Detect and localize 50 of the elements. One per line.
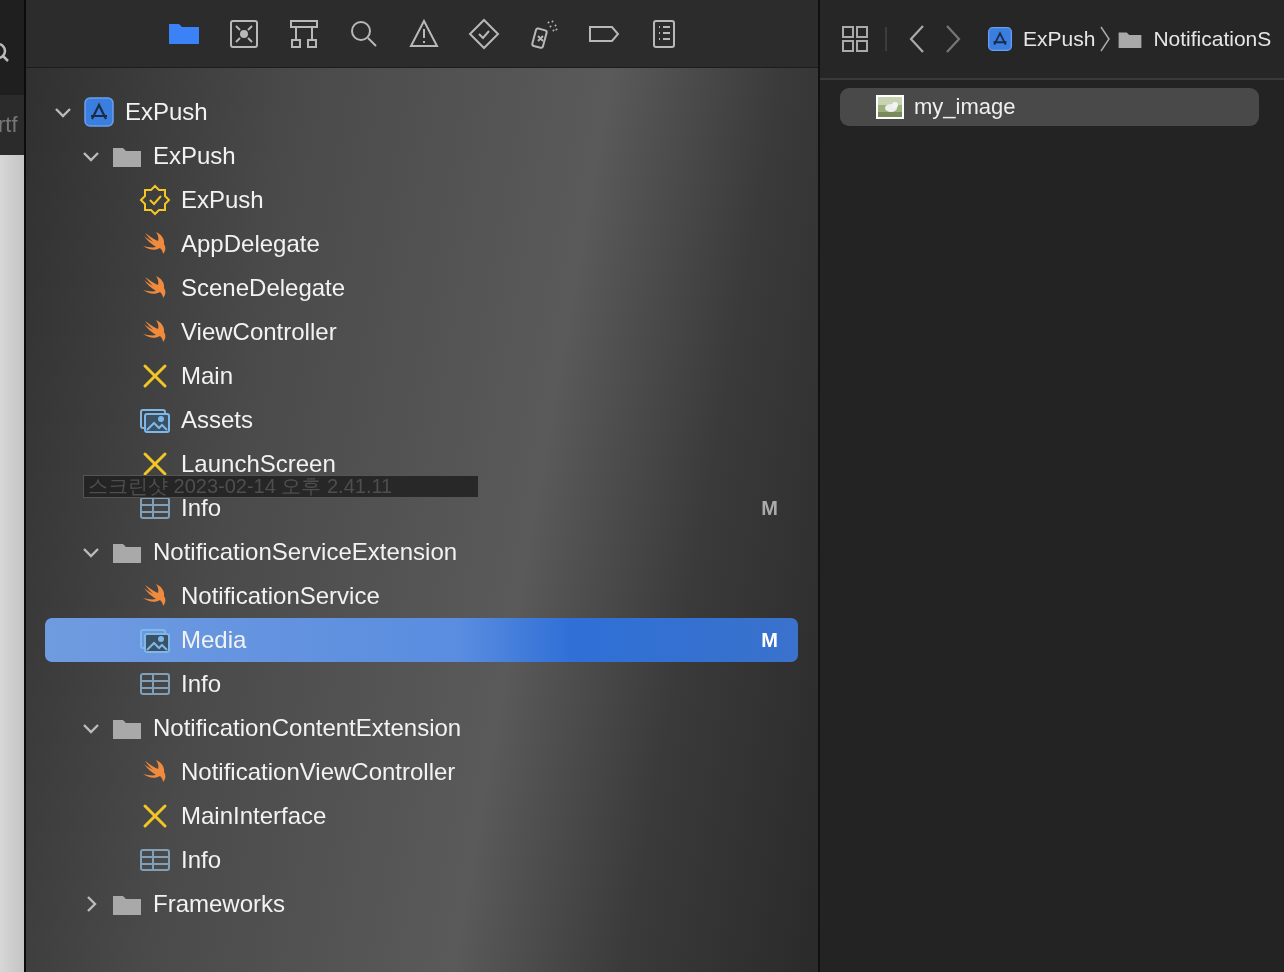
file-name: ExPush: [153, 142, 237, 170]
file-row[interactable]: Info: [45, 838, 798, 882]
file-row[interactable]: SceneDelegate: [45, 266, 798, 310]
separator-icon: [1099, 25, 1112, 53]
file-row[interactable]: Frameworks: [45, 882, 798, 926]
file-name: NotificationService: [181, 582, 381, 610]
file-row[interactable]: NotificationService: [45, 574, 798, 618]
entitlements-icon: [139, 184, 171, 216]
file-row[interactable]: NotificationViewController: [45, 750, 798, 794]
file-name: ExPush: [181, 186, 265, 214]
file-name: ViewController: [181, 318, 338, 346]
modified-label: M: [761, 496, 778, 520]
file-row[interactable]: MainInterface: [45, 794, 798, 838]
file-row[interactable]: AppDelegate: [45, 222, 798, 266]
file-name: SceneDelegate: [181, 274, 347, 302]
modified-label: M: [761, 628, 778, 652]
file-name: Frameworks: [153, 890, 286, 918]
file-name: Info: [181, 494, 223, 522]
window-text: rtf: [0, 112, 18, 138]
project-icon: [987, 26, 1013, 52]
file-name: Assets: [181, 406, 255, 434]
asset-name: my_image: [914, 94, 1016, 120]
breadcrumb[interactable]: ExPush: [987, 26, 1096, 52]
file-name: NotificationViewController: [181, 758, 457, 786]
asset-row[interactable]: my_image: [840, 88, 1259, 126]
file-name: Info: [181, 846, 223, 874]
file-name: AppDelegate: [181, 230, 321, 258]
file-name: ExPush: [125, 98, 209, 126]
grid-icon: [841, 25, 869, 53]
selected-file-row[interactable]: Media M: [45, 618, 798, 662]
file-row[interactable]: NotificationServiceExtension: [45, 530, 798, 574]
file-row[interactable]: ExPush: [45, 178, 798, 222]
file-name: NotificationContentExtension: [153, 714, 463, 742]
file-name: Media: [181, 626, 248, 654]
file-row[interactable]: Main: [45, 354, 798, 398]
file-name: MainInterface: [181, 802, 328, 830]
file-row[interactable]: ViewController: [45, 310, 798, 354]
file-row[interactable]: Info: [45, 662, 798, 706]
file-name: Info: [181, 670, 223, 698]
file-name: LaunchScreen: [181, 450, 337, 478]
chevron-right-icon: [943, 24, 963, 54]
file-row[interactable]: Assets: [45, 398, 798, 442]
chevron-left-icon: [907, 24, 927, 54]
file-name: Main: [181, 362, 235, 390]
file-row[interactable]: NotificationContentExtension: [45, 706, 798, 750]
project-icon: [83, 96, 115, 128]
file-name: NotificationServiceExtension: [153, 538, 459, 566]
breadcrumb[interactable]: NotificationS: [1117, 26, 1272, 52]
file-row[interactable]: ExPush: [45, 134, 798, 178]
file-row[interactable]: ExPush: [45, 90, 798, 134]
